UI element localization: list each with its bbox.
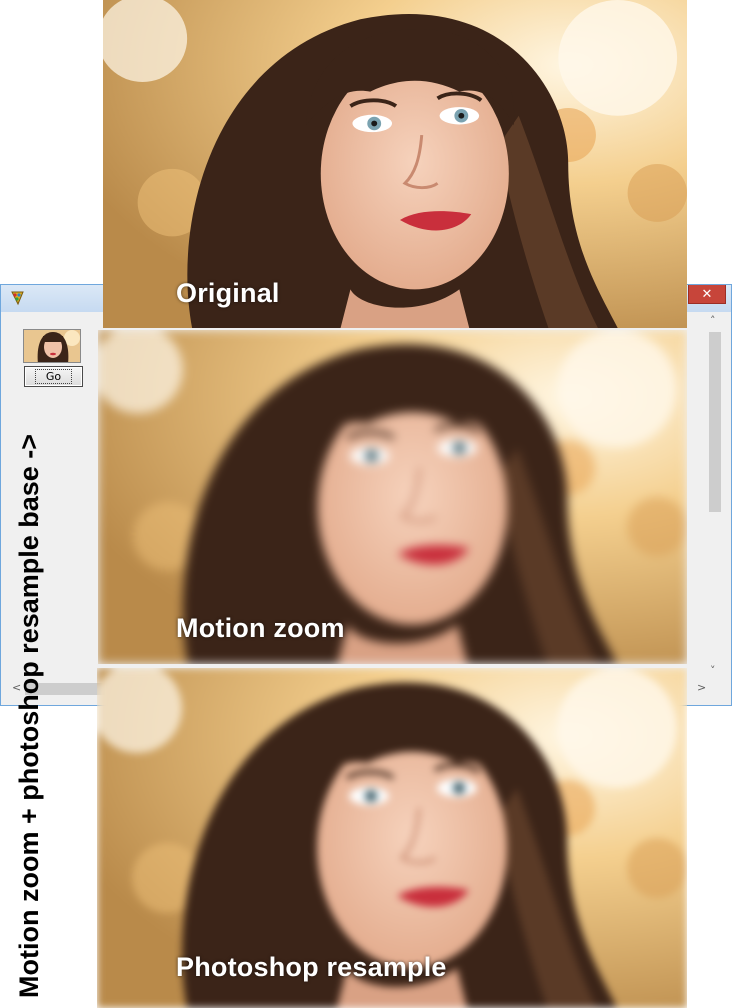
caption-photoshop-resample: Photoshop resample [176, 952, 447, 982]
scroll-right-icon[interactable]: > [697, 681, 706, 694]
scroll-up-icon[interactable]: ˄ [710, 314, 716, 327]
thumbnail-image[interactable] [23, 329, 81, 363]
caption-original: Original [176, 278, 280, 308]
close-icon: ✕ [701, 286, 713, 302]
side-label: Motion zoom + photoshop resample base -> [14, 433, 44, 998]
paint-palette-icon [11, 291, 24, 306]
go-button[interactable]: Go [24, 366, 83, 387]
vertical-scroll-thumb[interactable] [709, 332, 721, 512]
vertical-scrollbar[interactable]: ˄ ˅ [706, 314, 724, 684]
close-button[interactable]: ✕ [688, 285, 726, 304]
go-button-label: Go [34, 369, 73, 384]
caption-motion-zoom: Motion zoom [176, 613, 345, 643]
scroll-down-icon[interactable]: ˅ [710, 664, 716, 677]
